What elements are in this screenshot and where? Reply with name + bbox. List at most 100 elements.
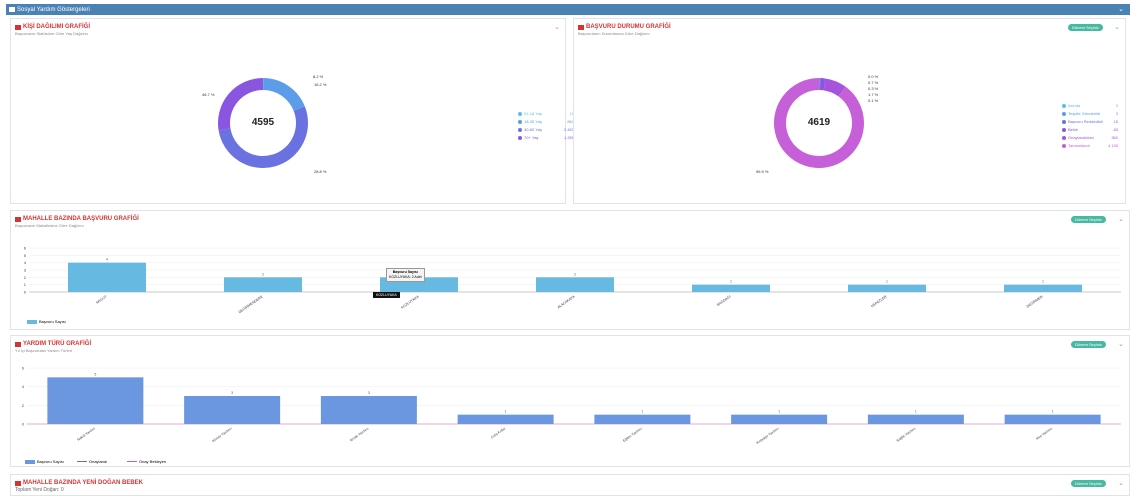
donut-total: 4595 <box>243 117 283 128</box>
data-label: 3 <box>231 391 233 395</box>
header-title: Sosyal Yardım Göstergeleri <box>17 7 90 13</box>
legend-label: Onaylandıktan <box>1068 135 1104 140</box>
y-tick-label: 4 <box>24 260 27 265</box>
legend-item[interactable]: Tespite Gönderildi3 <box>1062 111 1118 116</box>
legend-item[interactable]: Askıda3 <box>1062 103 1118 108</box>
x-tick-label: Kira Yardımı <box>1035 427 1053 441</box>
data-label: 1 <box>886 280 888 284</box>
legend-item[interactable]: 18-35 Yaş863 <box>518 119 574 124</box>
legend-dot <box>1062 112 1066 116</box>
legend-item[interactable]: Onaylandı <box>77 459 107 464</box>
pct-label: 0.1 % <box>868 98 878 103</box>
pct-label: 1.7 % <box>868 92 878 97</box>
legend-dot <box>1062 120 1066 124</box>
bar[interactable] <box>1004 285 1082 292</box>
age-distribution-panel: KİŞİ DAĞILIMI GRAFİĞİ Başvuranın Statüsü… <box>10 18 566 204</box>
bar[interactable] <box>458 415 554 424</box>
legend-value: 360 <box>1104 135 1118 140</box>
bar[interactable] <box>594 415 690 424</box>
chevron-down-icon[interactable]: ⌄ <box>1118 5 1124 13</box>
legend-dot <box>518 136 522 140</box>
bar[interactable] <box>868 415 964 424</box>
legend-item[interactable]: Başvuru Sayısı <box>25 459 64 464</box>
pct-label: 0.0 % <box>868 74 878 79</box>
x-tick-label: Kömür Yardımı <box>211 427 232 444</box>
chevron-down-icon[interactable]: ⌄ <box>1118 479 1124 487</box>
legend-item[interactable]: Onay Bekleyen <box>127 459 166 464</box>
x-tick-label: ALACAKAYA <box>557 294 576 309</box>
bar[interactable] <box>68 263 146 292</box>
pct-label: 16.2 % <box>314 82 326 87</box>
period-select-button[interactable]: Dönem Seçiniz <box>1071 480 1106 487</box>
legend-label: 18-35 Yaş <box>524 119 560 124</box>
legend-item[interactable]: Başvuru Reddedildi15 <box>1062 119 1118 124</box>
legend-item[interactable]: Başvuru Sayısı <box>27 319 66 324</box>
header-bar[interactable]: Sosyal Yardım Göstergeleri ⌄ <box>6 4 1130 15</box>
legend-label: 01-18 Yaş <box>524 111 560 116</box>
x-tick-label: ARGUT <box>95 294 108 305</box>
chart-tooltip: Başvuru Sayısı KOZLUYAKA: 2 Adet <box>386 268 425 282</box>
pct-label: 0.3 % <box>868 86 878 91</box>
axis-tooltip: KOZLUYAKA <box>373 292 400 298</box>
pct-label: 0.7 % <box>868 80 878 85</box>
legend-value: 863 <box>560 119 574 124</box>
legend-value: 3 <box>1104 103 1118 108</box>
y-tick-label: 1 <box>24 282 27 287</box>
legend-label: 70+ Yaş <box>524 135 560 140</box>
aid-type-bar-chart: 02465Nakdi Yardım3Kömür Yardımı3Erzak Ya… <box>11 336 1130 468</box>
x-tick-label: BAĞDAĞI <box>716 294 732 307</box>
data-label: 2 <box>574 272 576 276</box>
data-label: 2 <box>262 272 264 276</box>
status-donut-chart <box>574 19 1127 205</box>
x-tick-label: Eğitim Yardımı <box>622 427 643 443</box>
legend-label: Askıda <box>1068 103 1104 108</box>
legend-item[interactable]: Tamamlandı4.155 <box>1062 143 1118 148</box>
x-tick-label: DEĞİRMEN <box>1025 293 1044 308</box>
legend-label: Tespite Gönderildi <box>1068 111 1104 116</box>
x-tick-label: DEĞİRMENDERE <box>237 293 264 314</box>
bar[interactable] <box>224 277 302 292</box>
legend-dot <box>1062 144 1066 148</box>
pct-label: 28.8 % <box>314 169 326 174</box>
legend-value: 10 <box>560 111 574 116</box>
bar[interactable] <box>47 377 143 424</box>
legend-item[interactable]: 40-60 Yaş2.453 <box>518 127 574 132</box>
bar[interactable] <box>848 285 926 292</box>
panel-title: MAHALLE BAZINDA YENİ DOĞAN BEBEK <box>15 480 143 486</box>
bar[interactable] <box>536 277 614 292</box>
legend-value: 1.269 <box>560 135 574 140</box>
legend-label: Tamamlandı <box>1068 143 1104 148</box>
x-tick-label: Erzak Yardımı <box>349 427 369 443</box>
pct-label: 46.7 % <box>202 92 214 97</box>
legend-dot <box>1062 104 1066 108</box>
donut-slice[interactable] <box>264 84 300 109</box>
x-tick-label: KOZLUYAKA <box>400 294 420 310</box>
bar[interactable] <box>692 285 770 292</box>
legend-item[interactable]: Bekle83 <box>1062 127 1118 132</box>
legend-label: Başvuru Reddedildi <box>1068 119 1104 124</box>
data-label: 5 <box>94 372 96 376</box>
pct-label: 8.2 % <box>313 74 323 79</box>
neighborhood-bar-chart: 01234564ARGUT2DEĞİRMENDERE2KOZLUYAKA2ALA… <box>11 211 1130 331</box>
data-label: 3 <box>368 391 370 395</box>
bar[interactable] <box>184 396 280 424</box>
donut-slice[interactable] <box>824 84 842 91</box>
panel-subtitle: Toplam Yeni Doğan: 0 <box>15 487 64 493</box>
data-label: 1 <box>730 280 732 284</box>
legend-item[interactable]: 70+ Yaş1.269 <box>518 135 574 140</box>
legend-label: Bekle <box>1068 127 1104 132</box>
legend-item[interactable]: 01-18 Yaş10 <box>518 111 574 116</box>
data-label: 1 <box>915 410 917 414</box>
application-status-panel: BAŞVURU DURUMU GRAFİĞİ Başvuruların Duru… <box>573 18 1126 204</box>
bar[interactable] <box>321 396 417 424</box>
y-tick-label: 6 <box>22 366 25 371</box>
bar[interactable] <box>731 415 827 424</box>
legend-dot <box>518 120 522 124</box>
legend-item[interactable]: Onaylandıktan360 <box>1062 135 1118 140</box>
y-tick-label: 3 <box>24 268 27 273</box>
data-label: 1 <box>1052 410 1054 414</box>
bar[interactable] <box>1005 415 1101 424</box>
legend-label: 40-60 Yaş <box>524 127 560 132</box>
home-icon <box>9 7 15 12</box>
legend-value: 2.453 <box>560 127 574 132</box>
